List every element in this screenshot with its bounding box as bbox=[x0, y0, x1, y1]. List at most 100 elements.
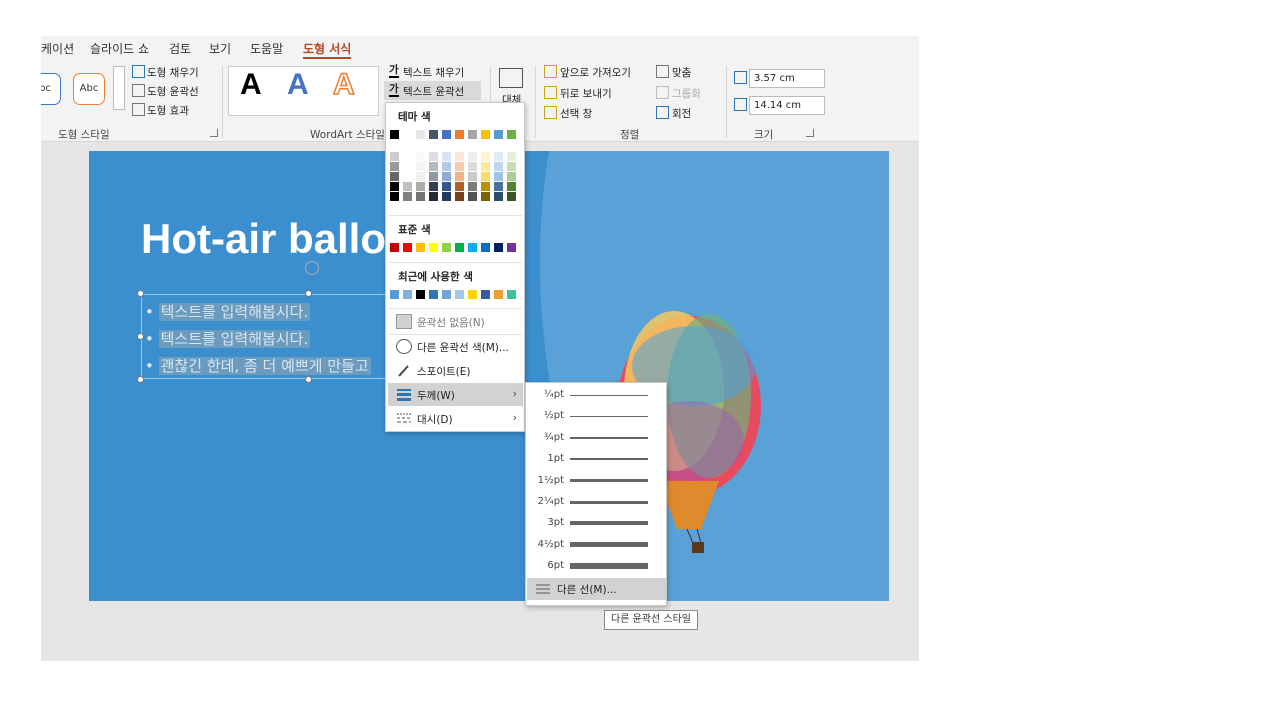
group-button[interactable]: 그룹화 bbox=[672, 86, 701, 101]
resize-handle[interactable] bbox=[137, 333, 144, 340]
resize-handle[interactable] bbox=[137, 376, 144, 383]
rotate-handle-icon[interactable] bbox=[305, 261, 319, 275]
theme-color-swatch[interactable] bbox=[403, 130, 412, 139]
weight-option[interactable]: 2¼pt bbox=[526, 492, 668, 513]
standard-color-swatch[interactable] bbox=[390, 243, 399, 252]
theme-color-swatch[interactable] bbox=[481, 130, 490, 139]
theme-shade-swatch[interactable] bbox=[390, 162, 399, 171]
tab-review[interactable]: 검토 bbox=[169, 40, 191, 57]
no-outline-item[interactable]: 윤곽선 없음(N) bbox=[388, 310, 523, 333]
weight-option[interactable]: 6pt bbox=[526, 556, 668, 577]
bullet-item[interactable]: • 텍스트를 입력해봅시다. bbox=[145, 301, 311, 322]
theme-shade-swatch[interactable] bbox=[494, 172, 503, 181]
theme-shade-swatch[interactable] bbox=[507, 192, 516, 201]
weight-option[interactable]: ½pt bbox=[526, 406, 668, 427]
theme-color-swatch[interactable] bbox=[416, 130, 425, 139]
theme-color-swatch[interactable] bbox=[429, 130, 438, 139]
bullet-item[interactable]: • 괜찮긴 한데, 좀 더 예쁘게 만들고 bbox=[145, 355, 371, 376]
send-backward-button[interactable]: 뒤로 보내기 bbox=[560, 86, 612, 101]
theme-color-swatch[interactable] bbox=[494, 130, 503, 139]
tab-slideshow[interactable]: 슬라이드 쇼 bbox=[90, 40, 149, 57]
theme-shade-swatch[interactable] bbox=[481, 182, 490, 191]
standard-color-swatch[interactable] bbox=[455, 243, 464, 252]
theme-color-swatch[interactable] bbox=[390, 130, 399, 139]
wordart-style-blue[interactable]: A bbox=[287, 68, 309, 102]
theme-shade-swatch[interactable] bbox=[403, 192, 412, 201]
standard-color-swatch[interactable] bbox=[429, 243, 438, 252]
standard-color-swatch[interactable] bbox=[403, 243, 412, 252]
theme-shade-swatch[interactable] bbox=[442, 172, 451, 181]
theme-shade-swatch[interactable] bbox=[468, 162, 477, 171]
tab-animation[interactable]: 케이션 bbox=[41, 40, 74, 57]
weight-option[interactable]: ¼pt bbox=[526, 385, 668, 406]
theme-shade-swatch[interactable] bbox=[468, 192, 477, 201]
recent-color-swatch[interactable] bbox=[416, 290, 425, 299]
theme-shade-swatch[interactable] bbox=[390, 182, 399, 191]
shape-style-preview-blue[interactable]: bc bbox=[41, 73, 61, 105]
theme-shade-swatch[interactable] bbox=[494, 162, 503, 171]
theme-shade-swatch[interactable] bbox=[481, 192, 490, 201]
slide-title[interactable]: Hot-air ballo bbox=[141, 215, 386, 263]
theme-shade-swatch[interactable] bbox=[403, 162, 412, 171]
recent-color-swatch[interactable] bbox=[390, 290, 399, 299]
standard-color-swatch[interactable] bbox=[507, 243, 516, 252]
weight-option[interactable]: 3pt bbox=[526, 513, 668, 534]
theme-shade-swatch[interactable] bbox=[416, 152, 425, 161]
tab-view[interactable]: 보기 bbox=[209, 40, 231, 57]
standard-color-swatch[interactable] bbox=[481, 243, 490, 252]
theme-shade-swatch[interactable] bbox=[507, 162, 516, 171]
theme-shade-swatch[interactable] bbox=[416, 192, 425, 201]
wordart-style-black[interactable]: A bbox=[240, 68, 262, 102]
dialog-launcher-icon[interactable] bbox=[210, 129, 218, 137]
weight-option[interactable]: 4½pt bbox=[526, 535, 668, 556]
theme-shade-swatch[interactable] bbox=[416, 182, 425, 191]
rotate-button[interactable]: 회전 bbox=[672, 106, 691, 121]
selection-pane-button[interactable]: 선택 창 bbox=[560, 106, 592, 121]
theme-shade-swatch[interactable] bbox=[429, 172, 438, 181]
recent-color-swatch[interactable] bbox=[481, 290, 490, 299]
theme-shade-swatch[interactable] bbox=[390, 172, 399, 181]
wordart-style-orange-outline[interactable]: A bbox=[332, 67, 355, 102]
theme-color-swatch[interactable] bbox=[468, 130, 477, 139]
theme-shade-swatch[interactable] bbox=[455, 172, 464, 181]
weight-item[interactable]: 두께(W) › bbox=[388, 383, 523, 406]
theme-shade-swatch[interactable] bbox=[494, 152, 503, 161]
weight-option[interactable]: 1½pt bbox=[526, 471, 668, 492]
recent-color-swatch[interactable] bbox=[429, 290, 438, 299]
resize-handle[interactable] bbox=[305, 290, 312, 297]
theme-shade-swatch[interactable] bbox=[403, 152, 412, 161]
text-fill-button[interactable]: 텍스트 채우기 bbox=[403, 65, 464, 80]
dashes-item[interactable]: 대시(D) › bbox=[388, 407, 523, 430]
theme-shade-swatch[interactable] bbox=[481, 172, 490, 181]
theme-shade-swatch[interactable] bbox=[429, 182, 438, 191]
dialog-launcher-icon[interactable] bbox=[806, 129, 814, 137]
theme-shade-swatch[interactable] bbox=[455, 162, 464, 171]
shape-outline-button[interactable]: 도형 윤곽선 bbox=[147, 84, 199, 99]
recent-color-swatch[interactable] bbox=[494, 290, 503, 299]
resize-handle[interactable] bbox=[137, 290, 144, 297]
standard-color-swatch[interactable] bbox=[442, 243, 451, 252]
standard-color-swatch[interactable] bbox=[416, 243, 425, 252]
theme-shade-swatch[interactable] bbox=[429, 192, 438, 201]
standard-color-swatch[interactable] bbox=[494, 243, 503, 252]
recent-color-swatch[interactable] bbox=[442, 290, 451, 299]
theme-shade-swatch[interactable] bbox=[468, 172, 477, 181]
theme-shade-swatch[interactable] bbox=[416, 162, 425, 171]
tab-help[interactable]: 도움말 bbox=[250, 40, 283, 57]
theme-shade-swatch[interactable] bbox=[468, 152, 477, 161]
more-outline-colors-item[interactable]: 다른 윤곽선 색(M)... bbox=[388, 335, 523, 358]
height-input[interactable]: 3.57 cm bbox=[749, 69, 825, 88]
bring-forward-button[interactable]: 앞으로 가져오기 bbox=[560, 65, 631, 80]
theme-shade-swatch[interactable] bbox=[507, 152, 516, 161]
more-lines-item[interactable]: 다른 선(M)... bbox=[527, 578, 666, 600]
theme-shade-swatch[interactable] bbox=[429, 162, 438, 171]
eyedropper-item[interactable]: 스포이트(E) bbox=[388, 359, 523, 382]
theme-shade-swatch[interactable] bbox=[442, 192, 451, 201]
text-outline-button[interactable]: 텍스트 윤곽선 bbox=[403, 84, 464, 99]
resize-handle[interactable] bbox=[305, 376, 312, 383]
theme-shade-swatch[interactable] bbox=[507, 172, 516, 181]
theme-shade-swatch[interactable] bbox=[442, 152, 451, 161]
recent-color-swatch[interactable] bbox=[403, 290, 412, 299]
theme-color-swatch[interactable] bbox=[455, 130, 464, 139]
weight-option[interactable]: ¾pt bbox=[526, 428, 668, 449]
